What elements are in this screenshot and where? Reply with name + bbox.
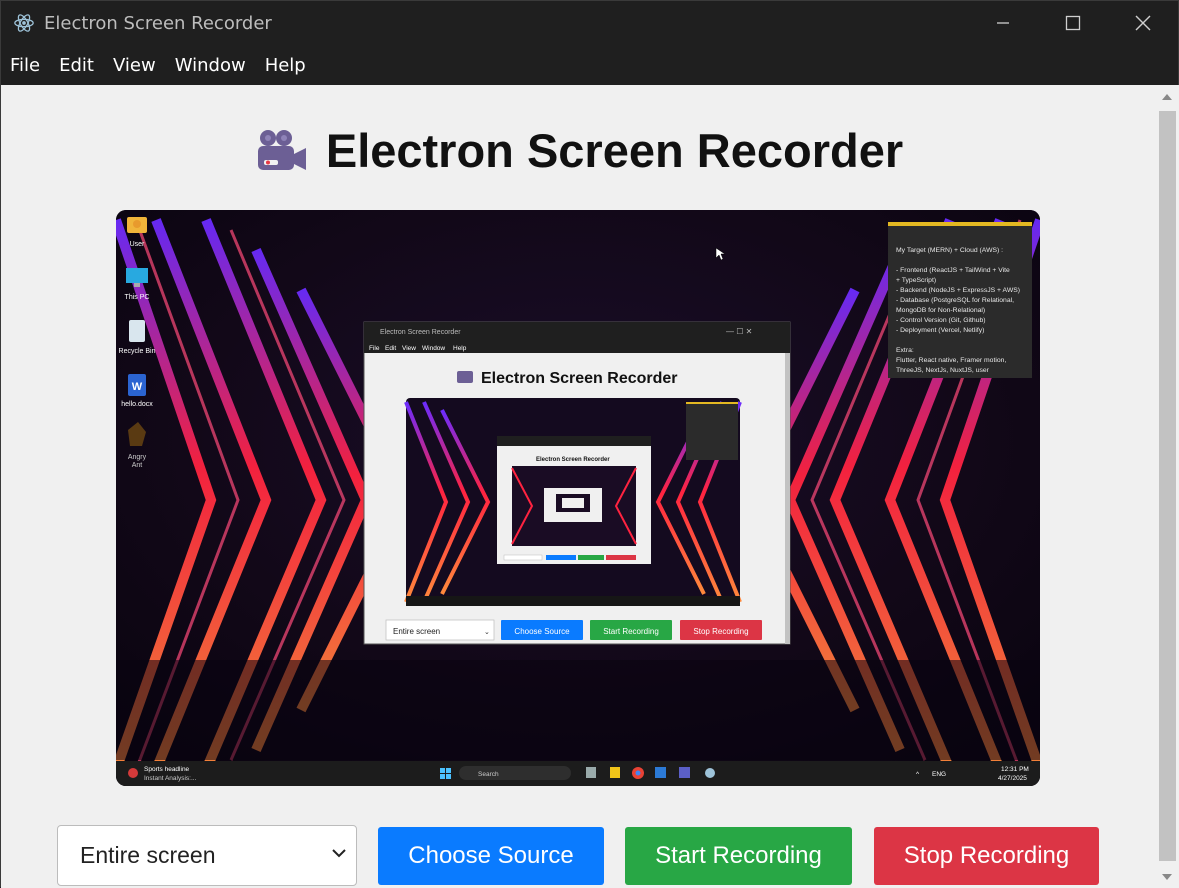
svg-text:- Database (PostgreSQL for Rel: - Database (PostgreSQL for Relational, [896, 297, 1014, 304]
menu-bar: File Edit View Window Help [1, 45, 1178, 85]
svg-text:Entire screen: Entire screen [393, 627, 440, 636]
menu-help[interactable]: Help [265, 55, 306, 76]
chevron-down-icon [332, 849, 346, 858]
svg-text:Electron Screen Recorder: Electron Screen Recorder [380, 329, 461, 336]
svg-text:Edit: Edit [385, 345, 396, 352]
svg-text:W: W [132, 381, 143, 393]
preview-taskbar: Sports headline Instant Analysis:... Sea… [116, 761, 1040, 786]
svg-text:⌄: ⌄ [484, 628, 490, 636]
scroll-down-icon[interactable] [1162, 874, 1172, 880]
desktop-icon-recycle-bin: Recycle Bin [119, 348, 156, 355]
svg-text:- Backend (NodeJS + ExpressJS: - Backend (NodeJS + ExpressJS + AWS) [896, 287, 1020, 294]
source-select[interactable]: Entire screen [57, 825, 357, 886]
svg-text:Window: Window [422, 345, 445, 352]
page-header: Electron Screen Recorder [1, 123, 1156, 178]
app-window: Electron Screen Recorder File Edit View … [0, 0, 1179, 888]
preview-desktop: User This PC Recycle Bin W hello.docx An… [116, 210, 1040, 786]
svg-text:Stop Recording: Stop Recording [693, 627, 748, 636]
choose-source-button[interactable]: Choose Source [378, 827, 604, 885]
svg-text:Sports headline: Sports headline [144, 766, 190, 773]
svg-text:Extra:: Extra: [896, 347, 914, 354]
minimize-icon [997, 22, 1009, 24]
svg-text:File: File [369, 345, 380, 352]
svg-text:Angry: Angry [128, 454, 147, 461]
source-select-value: Entire screen [80, 842, 216, 868]
svg-text:Start Recording: Start Recording [603, 627, 659, 636]
svg-text:- Deployment (Vercel, Netlify): - Deployment (Vercel, Netlify) [896, 327, 984, 334]
close-icon [1135, 15, 1151, 31]
minimize-button[interactable] [968, 1, 1038, 45]
svg-text:ThreeJS, NextJs, NuxtJS, user: ThreeJS, NextJs, NuxtJS, user [896, 367, 990, 374]
svg-text:— ☐ ✕: — ☐ ✕ [726, 327, 752, 336]
sticky-note: My Target (MERN) + Cloud (AWS) : - Front… [888, 222, 1032, 378]
screen-preview: User This PC Recycle Bin W hello.docx An… [116, 210, 1040, 786]
svg-text:12:31 PM: 12:31 PM [1001, 766, 1029, 773]
svg-text:MongoDB for Non-Relational): MongoDB for Non-Relational) [896, 307, 985, 314]
svg-text:Choose Source: Choose Source [514, 627, 570, 636]
scroll-up-icon[interactable] [1162, 94, 1172, 100]
svg-text:+ TypeScript): + TypeScript) [896, 277, 936, 284]
svg-text:My Target (MERN) + Cloud (AWS): My Target (MERN) + Cloud (AWS) : [896, 247, 1003, 254]
desktop-icon-user: User [130, 241, 145, 248]
svg-text:4/27/2025: 4/27/2025 [998, 775, 1027, 782]
electron-logo-icon [14, 14, 34, 32]
title-bar[interactable]: Electron Screen Recorder [1, 1, 1178, 45]
svg-text:- Control Version (Git, Github: - Control Version (Git, Github) [896, 317, 986, 324]
svg-text:View: View [402, 345, 416, 352]
menu-view[interactable]: View [113, 55, 156, 76]
movie-camera-icon [257, 129, 306, 170]
svg-text:Electron Screen Recorder: Electron Screen Recorder [536, 457, 610, 463]
svg-text:- Frontend (ReactJS + TailWind: - Frontend (ReactJS + TailWind + Vite [896, 267, 1010, 274]
main-content: Electron Screen Recorder User This PC Re… [1, 85, 1156, 888]
svg-text:Electron Screen Recorder: Electron Screen Recorder [481, 370, 678, 387]
svg-text:Search: Search [478, 771, 499, 778]
menu-window[interactable]: Window [175, 55, 246, 76]
inner-app-window: Electron Screen Recorder — ☐ ✕ File Edit… [363, 321, 791, 645]
menu-file[interactable]: File [10, 55, 40, 76]
start-recording-button[interactable]: Start Recording [625, 827, 852, 885]
page-title: Electron Screen Recorder [325, 124, 904, 177]
close-button[interactable] [1108, 1, 1178, 45]
maximize-button[interactable] [1038, 1, 1108, 45]
svg-text:Ant: Ant [132, 462, 143, 469]
window-title: Electron Screen Recorder [44, 12, 272, 34]
stop-recording-button[interactable]: Stop Recording [874, 827, 1099, 885]
desktop-icon-hello-docx: hello.docx [121, 401, 153, 408]
maximize-icon [1065, 15, 1081, 31]
svg-text:Instant Analysis:...: Instant Analysis:... [144, 775, 197, 782]
svg-text:ENG: ENG [932, 771, 946, 778]
scrollbar-thumb[interactable] [1159, 111, 1176, 861]
svg-text:Flutter, React native, Framer: Flutter, React native, Framer motion, [896, 357, 1006, 364]
svg-text:Help: Help [453, 345, 467, 352]
vertical-scrollbar[interactable] [1156, 85, 1179, 888]
menu-edit[interactable]: Edit [59, 55, 94, 76]
desktop-icon-this-pc: This PC [125, 294, 150, 301]
